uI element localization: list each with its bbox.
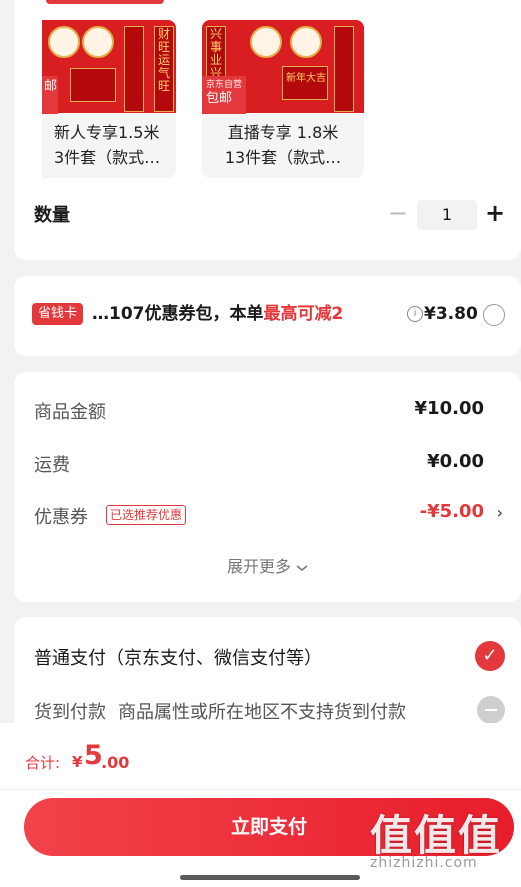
- title-line-1: 新人专享1.5米: [54, 123, 160, 142]
- red-envelope: [70, 68, 116, 102]
- home-indicator[interactable]: [180, 875, 360, 880]
- tag-small: 京东自营: [206, 80, 243, 90]
- savings-amount: ¥3.80: [424, 304, 478, 324]
- product-options: 财旺运气旺 邮 新人专享1.5米 3件套（款式… 兴事业兴 新年大吉 京东自营 …: [42, 20, 372, 178]
- couplet-decoration: [124, 26, 144, 112]
- cod-note: 商品属性或所在地区不支持货到付款: [118, 702, 406, 723]
- watermark-url: zhizhizhi.com: [370, 855, 478, 871]
- fu-disc: [82, 26, 114, 58]
- product-thumbnail: 财旺运气旺: [42, 20, 176, 113]
- check-icon[interactable]: ✓: [475, 641, 505, 671]
- savings-card[interactable]: 省钱卡 …107优惠券包，本单最高可减2 i ¥3.80: [14, 276, 521, 356]
- coupon-tag: 已选推荐优惠: [106, 505, 187, 525]
- fu-disc: [290, 26, 322, 58]
- normal-payment-label[interactable]: 普通支付（京东支付、微信支付等）: [34, 644, 322, 670]
- info-icon[interactable]: i: [407, 306, 423, 322]
- savings-card-badge: 省钱卡: [32, 303, 84, 325]
- product-card: 财旺运气旺 邮 新人专享1.5米 3件套（款式… 兴事业兴 新年大吉 京东自营 …: [14, 0, 521, 260]
- tag-small: [42, 76, 58, 79]
- product-option-1[interactable]: 财旺运气旺 邮 新人专享1.5米 3件套（款式…: [42, 20, 176, 178]
- savings-text: …107优惠券包，本单最高可减2: [92, 300, 343, 328]
- title-line-1: 直播专享 1.8米: [227, 123, 339, 142]
- coupon-label: 优惠券: [34, 507, 88, 528]
- total-currency: ¥: [72, 753, 83, 771]
- product-title: 新人专享1.5米 3件套（款式…: [42, 120, 176, 170]
- goods-amount-value: ¥10.00: [414, 398, 484, 419]
- chevron-down-icon: [296, 565, 308, 571]
- cod-label: 货到付款: [34, 702, 106, 723]
- quantity-label: 数量: [34, 205, 70, 226]
- product-title: 直播专享 1.8米 13件套（款式…: [202, 120, 364, 170]
- thumb-text: 兴事业兴: [210, 27, 223, 80]
- shipping-value: ¥0.00: [427, 451, 484, 472]
- fu-disc: [250, 26, 282, 58]
- shipping-label: 运费: [34, 455, 70, 476]
- title-line-2: 3件套（款式…: [54, 148, 161, 167]
- watermark-logo: 值值值: [370, 811, 503, 860]
- product-option-2[interactable]: 兴事业兴 新年大吉 京东自营 包邮 直播专享 1.8米 13件套（款式…: [202, 20, 364, 178]
- shipping-tag: 京东自营 包邮: [202, 76, 246, 114]
- payment-methods-card: 普通支付（京东支付、微信支付等） ✓ 货到付款 商品属性或所在地区不支持货到付款: [14, 617, 521, 737]
- shipping-tag: 邮: [42, 76, 58, 114]
- disabled-icon: [477, 696, 505, 724]
- amounts-card: 商品金额 ¥10.00 运费 ¥0.00 优惠券 已选推荐优惠 -¥5.00 ›…: [14, 372, 521, 602]
- quantity-decrease-button[interactable]: −: [388, 198, 408, 228]
- title-line-2: 13件套（款式…: [224, 148, 342, 167]
- savings-text-prefix: …107优惠券包，本单: [92, 304, 264, 324]
- total-integer: 5: [84, 740, 103, 771]
- savings-radio[interactable]: [483, 304, 505, 326]
- expand-more-label: 展开更多: [226, 557, 291, 576]
- total-decimal: .00: [101, 753, 130, 772]
- tag-big: 邮: [44, 79, 58, 94]
- thumb-text: 财旺运气旺: [158, 27, 171, 93]
- couplet-decoration: [334, 26, 354, 112]
- expand-more-button[interactable]: 展开更多: [14, 553, 521, 577]
- coupon-value[interactable]: -¥5.00: [420, 501, 484, 522]
- divider: [0, 789, 521, 790]
- top-tab-indicator: [46, 0, 164, 4]
- fu-disc: [48, 26, 80, 58]
- tag-big: 包邮: [206, 91, 233, 106]
- quantity-increase-button[interactable]: +: [484, 198, 506, 228]
- quantity-input[interactable]: 1: [417, 200, 477, 230]
- goods-amount-label: 商品金额: [34, 402, 106, 423]
- chevron-right-icon[interactable]: ›: [497, 503, 503, 522]
- total-label: 合计:: [25, 754, 61, 772]
- savings-text-highlight: 最高可减2: [263, 304, 344, 324]
- thumb-badge: 新年大吉: [286, 73, 326, 84]
